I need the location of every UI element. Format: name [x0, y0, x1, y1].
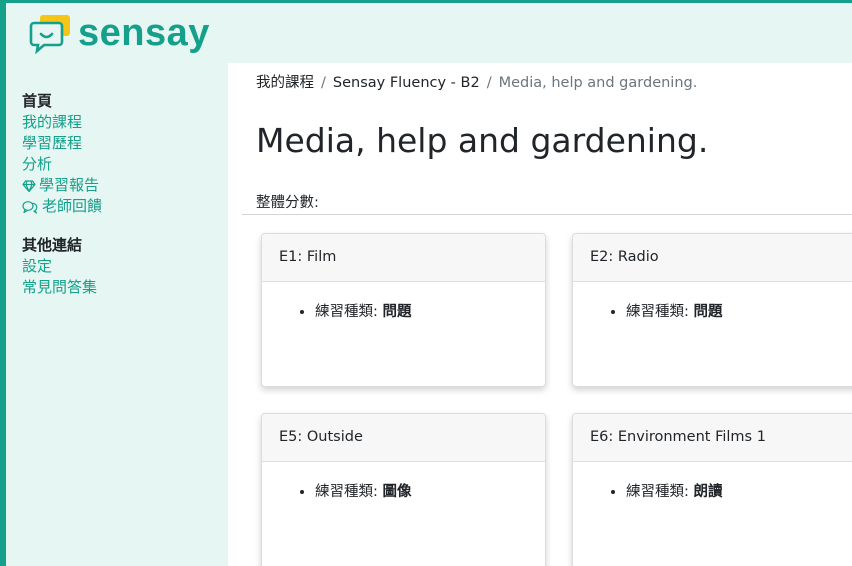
breadcrumb-course[interactable]: Sensay Fluency - B2 — [333, 75, 480, 91]
exercise-type-value: 問題 — [693, 304, 723, 320]
sidebar-item-label: 我的課程 — [22, 113, 83, 131]
sidebar-item-analytics[interactable]: 分析 — [22, 154, 228, 175]
sidebar-item-label: 設定 — [22, 257, 53, 275]
exercise-type-value: 問題 — [382, 304, 412, 320]
sidebar-heading-home: 首頁 — [22, 92, 53, 110]
chat-bubbles-icon — [22, 200, 38, 214]
sidebar-item-settings[interactable]: 設定 — [22, 256, 228, 277]
gem-icon — [22, 179, 36, 192]
exercise-type-value: 朗讀 — [693, 484, 723, 500]
exercise-card-e6[interactable]: E6: Environment Films 1 練習種類: 朗讀 — [572, 413, 852, 566]
divider — [242, 214, 852, 215]
card-body: 練習種類: 問題 — [573, 282, 852, 322]
brand-logo[interactable]: sensay — [28, 11, 210, 55]
sidebar-item-label: 老師回饋 — [42, 197, 103, 215]
sidebar-item-label: 常見問答集 — [22, 278, 98, 296]
exercise-type-item: 練習種類: 問題 — [315, 302, 545, 322]
brand-name: sensay — [78, 12, 210, 54]
sidebar: 首頁 我的課程 學習歷程 分析 學習報告 老師回饋 其他連結 設定 常見問答集 — [6, 63, 228, 566]
breadcrumb-separator: / — [486, 75, 492, 91]
exercise-type-item: 練習種類: 圖像 — [315, 482, 545, 502]
sidebar-item-learning-history[interactable]: 學習歷程 — [22, 133, 228, 154]
sidebar-item-teacher-feedback[interactable]: 老師回饋 — [22, 196, 228, 217]
breadcrumb-separator: / — [321, 75, 326, 91]
top-header: sensay — [6, 3, 852, 63]
sidebar-item-label: 學習歷程 — [22, 134, 83, 152]
sidebar-item-label: 學習報告 — [39, 176, 100, 194]
sidebar-item-my-courses[interactable]: 我的課程 — [22, 112, 228, 133]
card-body: 練習種類: 問題 — [262, 282, 545, 322]
sidebar-item-label: 分析 — [22, 155, 53, 173]
breadcrumb: 我的課程 / Sensay Fluency - B2 / Media, help and… — [256, 71, 697, 92]
chat-bubble-smile-icon — [29, 15, 70, 55]
exercise-type-label: 練習種類: — [626, 304, 689, 320]
sidebar-heading-other-links: 其他連結 — [22, 236, 83, 254]
card-body: 練習種類: 圖像 — [262, 462, 545, 502]
sidebar-item-learning-report[interactable]: 學習報告 — [22, 175, 228, 196]
card-body: 練習種類: 朗讀 — [573, 462, 852, 502]
card-title: E6: Environment Films 1 — [573, 414, 852, 462]
breadcrumb-current: Media, help and gardening. — [498, 75, 698, 91]
card-title: E5: Outside — [262, 414, 545, 462]
exercise-type-item: 練習種類: 朗讀 — [626, 482, 852, 502]
exercise-type-label: 練習種類: — [315, 304, 378, 320]
exercise-type-label: 練習種類: — [315, 484, 378, 500]
main-content: 我的課程 / Sensay Fluency - B2 / Media, help and… — [228, 63, 852, 566]
app-frame: sensay 首頁 我的課程 學習歷程 分析 學習報告 老師回饋 其他連結 設定… — [0, 0, 852, 566]
exercise-type-value: 圖像 — [382, 484, 412, 500]
exercise-card-e5[interactable]: E5: Outside 練習種類: 圖像 — [261, 413, 546, 566]
page-title: Media, help and gardening. — [256, 121, 709, 160]
breadcrumb-my-courses[interactable]: 我的課程 — [256, 75, 314, 91]
exercise-type-label: 練習種類: — [626, 484, 689, 500]
exercise-card-e2[interactable]: E2: Radio 練習種類: 問題 — [572, 233, 852, 387]
sidebar-item-faq[interactable]: 常見問答集 — [22, 277, 228, 298]
exercise-type-item: 練習種類: 問題 — [626, 302, 852, 322]
card-title: E2: Radio — [573, 234, 852, 282]
card-title: E1: Film — [262, 234, 545, 282]
exercise-card-e1[interactable]: E1: Film 練習種類: 問題 — [261, 233, 546, 387]
overall-score-label: 整體分數: — [256, 195, 319, 211]
